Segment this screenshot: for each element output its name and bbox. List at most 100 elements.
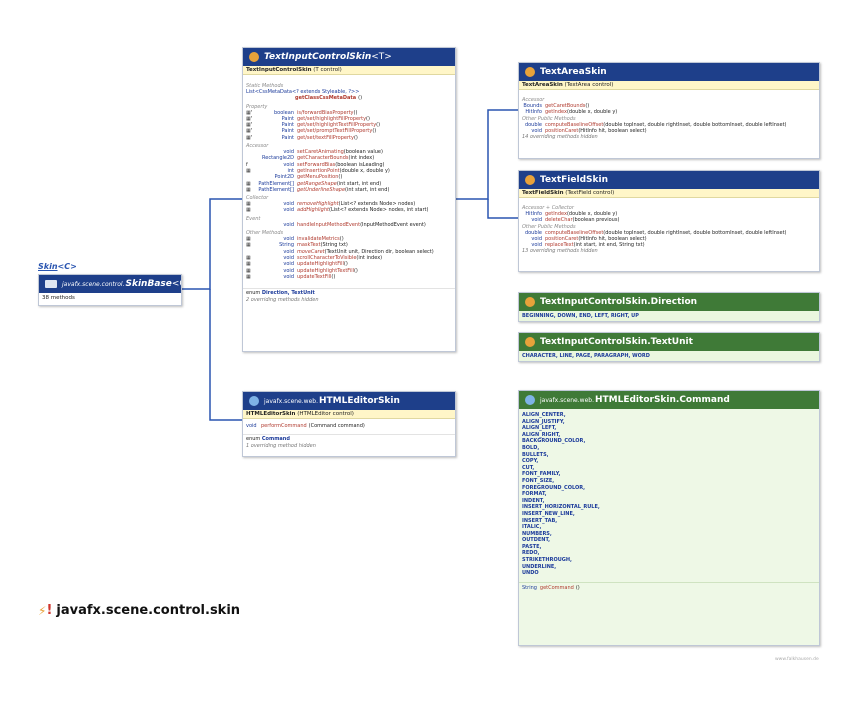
member-name: handleInputMethodEvent: [297, 221, 361, 228]
member-name: addHighlight: [297, 207, 329, 214]
tic-hidden-note: 2 overriding methods hidden: [246, 297, 319, 304]
member-name: get/set/textFillProperty: [297, 134, 354, 141]
member-row[interactable]: ▦ᶠ Paint get/set/textFillProperty (): [243, 135, 455, 141]
modifier-icon: ▦: [246, 207, 251, 214]
member-name: getUnderlineShape: [297, 186, 346, 193]
class-icon: [525, 175, 535, 185]
enum-constant: BOLD,: [522, 444, 540, 451]
enum-constant: STRIKETHROUGH,: [522, 557, 572, 564]
enum-constant: INSERT_TAB,: [522, 517, 558, 524]
textfieldskin-class-box[interactable]: TextFieldSkin TextFieldSkin (TextField c…: [518, 170, 820, 272]
textinputcontrolskin-class-box[interactable]: TextInputControlSkin <T> TextInputContro…: [242, 47, 456, 352]
skinbase-method-count: 38 methods: [42, 295, 75, 301]
enum-constant: BACKGROUND_COLOR,: [522, 438, 586, 445]
package-marker-icon: !: [46, 603, 53, 618]
skinbase-class-box[interactable]: javafx.scene.control. SkinBase <C> 38 me…: [38, 274, 182, 306]
enum-constant: UNDO: [522, 570, 539, 577]
command-title: HTMLEditorSkin.Command: [594, 395, 730, 405]
package-title: ⚡ ! javafx.scene.control.skin: [38, 603, 240, 618]
modifier-icon: ▦ᶠ: [246, 134, 253, 141]
html-enum-row: enum Command: [246, 436, 290, 443]
skin-name: Skin: [38, 262, 58, 271]
command-method-row[interactable]: String getCommand (): [519, 583, 819, 591]
member-args: (): [353, 267, 358, 274]
class-icon: [249, 396, 259, 406]
member-type: void: [531, 217, 542, 224]
skinbase-package: javafx.scene.control.: [62, 280, 125, 288]
modifier-icon: [246, 222, 256, 228]
textfield-title: TextFieldSkin: [540, 175, 608, 185]
skinbase-generic: <C>: [171, 279, 181, 289]
enum-constant: PASTE,: [522, 543, 542, 550]
package-icon: ⚡: [38, 603, 47, 618]
tic-title: TextInputControlSkin: [264, 52, 372, 62]
enum-constant: ALIGN_JUSTIFY,: [522, 418, 565, 425]
enum-icon: [525, 395, 535, 405]
member-args: (): [372, 128, 377, 135]
enum-constant: INDENT,: [522, 497, 545, 504]
html-hidden-note: 1 overriding method hidden: [246, 443, 316, 450]
enum-constant: NUMBERS,: [522, 530, 552, 537]
member-row[interactable]: ▦ PathElement[] getUnderlineShape (int sta…: [243, 187, 455, 193]
member-args: (InputMethodEvent event): [360, 221, 426, 228]
enum-constant: COPY,: [522, 458, 539, 465]
enum-constant: ALIGN_LEFT,: [522, 425, 557, 432]
enum-constant: FORMAT,: [522, 491, 547, 498]
package-title-text: javafx.scene.control.skin: [56, 603, 241, 618]
member-type: void: [283, 207, 294, 214]
member-args: (List<? extends Node> nodes, int start): [329, 207, 429, 214]
textunit-constants: CHARACTER, LINE, PAGE, PARAGRAPH, WORD: [519, 351, 819, 361]
textarea-hidden-note: 14 overriding methods hidden: [522, 134, 598, 141]
textarea-title: TextAreaSkin: [540, 67, 607, 77]
enum-constant: FONT_FAMILY,: [522, 471, 561, 478]
textarea-constructor: TextAreaSkin (TextArea control): [519, 81, 819, 90]
member-args: (double x, double y): [339, 167, 390, 174]
tic-generic: <T>: [371, 52, 392, 62]
member-args: (int index): [356, 254, 383, 261]
skin-generic: <C>: [57, 262, 77, 271]
skinbase-title: SkinBase: [125, 279, 172, 289]
direction-constants: BEGINNING, DOWN, END, LEFT, RIGHT, UP: [519, 311, 819, 321]
modifier-icon: ▦: [246, 186, 251, 193]
enum-constant: CUT,: [522, 464, 535, 471]
member-args: (double x, double y): [566, 109, 618, 116]
tic-enum-row: enum Direction, TextUnit: [246, 290, 315, 297]
class-icon: [45, 280, 57, 288]
member-args: (): [331, 273, 336, 280]
enum-constant: ALIGN_CENTER,: [522, 412, 566, 418]
enum-constant: FONT_SIZE,: [522, 477, 555, 484]
command-package: javafx.scene.web.: [540, 396, 594, 404]
htmleditorskin-class-box[interactable]: javafx.scene.web. HTMLEditorSkin HTMLEdi…: [242, 391, 456, 457]
enum-constant: UNDERLINE,: [522, 563, 557, 570]
tic-constructor: TextInputControlSkin (T control): [243, 66, 455, 75]
member-row[interactable]: void handleInputMethodEvent (InputMethodE…: [243, 222, 455, 228]
enum-constant: OUTDENT,: [522, 537, 551, 544]
skin-interface-label[interactable]: Skin<C>: [38, 262, 77, 271]
member-type: void: [283, 221, 294, 228]
html-package: javafx.scene.web.: [264, 397, 318, 405]
member-args: (boolean previous): [572, 217, 620, 224]
textfield-hidden-note: 13 overriding methods hidden: [522, 248, 598, 255]
direction-enum-box[interactable]: TextInputControlSkin.Direction BEGINNING…: [518, 292, 820, 322]
static-method-row[interactable]: getClassCssMetaData (): [243, 95, 455, 101]
textfield-constructor: TextFieldSkin (TextField control): [519, 189, 819, 198]
member-name: deleteChar: [545, 217, 573, 224]
member-args: (): [353, 134, 358, 141]
enum-constant: ITALIC,: [522, 524, 542, 531]
textareaskin-class-box[interactable]: TextAreaSkin TextAreaSkin (TextArea cont…: [518, 62, 820, 159]
modifier-icon: ▦: [246, 273, 251, 280]
member-row[interactable]: ▦ void addHighlight (List<? extends Node> …: [243, 207, 455, 213]
member-type: HitInfo: [525, 109, 542, 116]
enum-constant: REDO,: [522, 550, 540, 557]
enum-icon: [525, 337, 535, 347]
member-type: void: [283, 273, 294, 280]
class-icon: [525, 67, 535, 77]
member-args: (int start, int end): [345, 186, 390, 193]
member-type: PathElement[]: [258, 186, 294, 193]
textunit-enum-box[interactable]: TextInputControlSkin.TextUnit CHARACTER,…: [518, 332, 820, 362]
enum-constant: ALIGN_RIGHT,: [522, 431, 561, 438]
watermark: www.falkhausen.de: [775, 657, 819, 662]
command-enum-box[interactable]: javafx.scene.web. HTMLEditorSkin.Command…: [518, 390, 820, 646]
member-name: getIndex: [545, 109, 567, 116]
enum-icon: [525, 297, 535, 307]
